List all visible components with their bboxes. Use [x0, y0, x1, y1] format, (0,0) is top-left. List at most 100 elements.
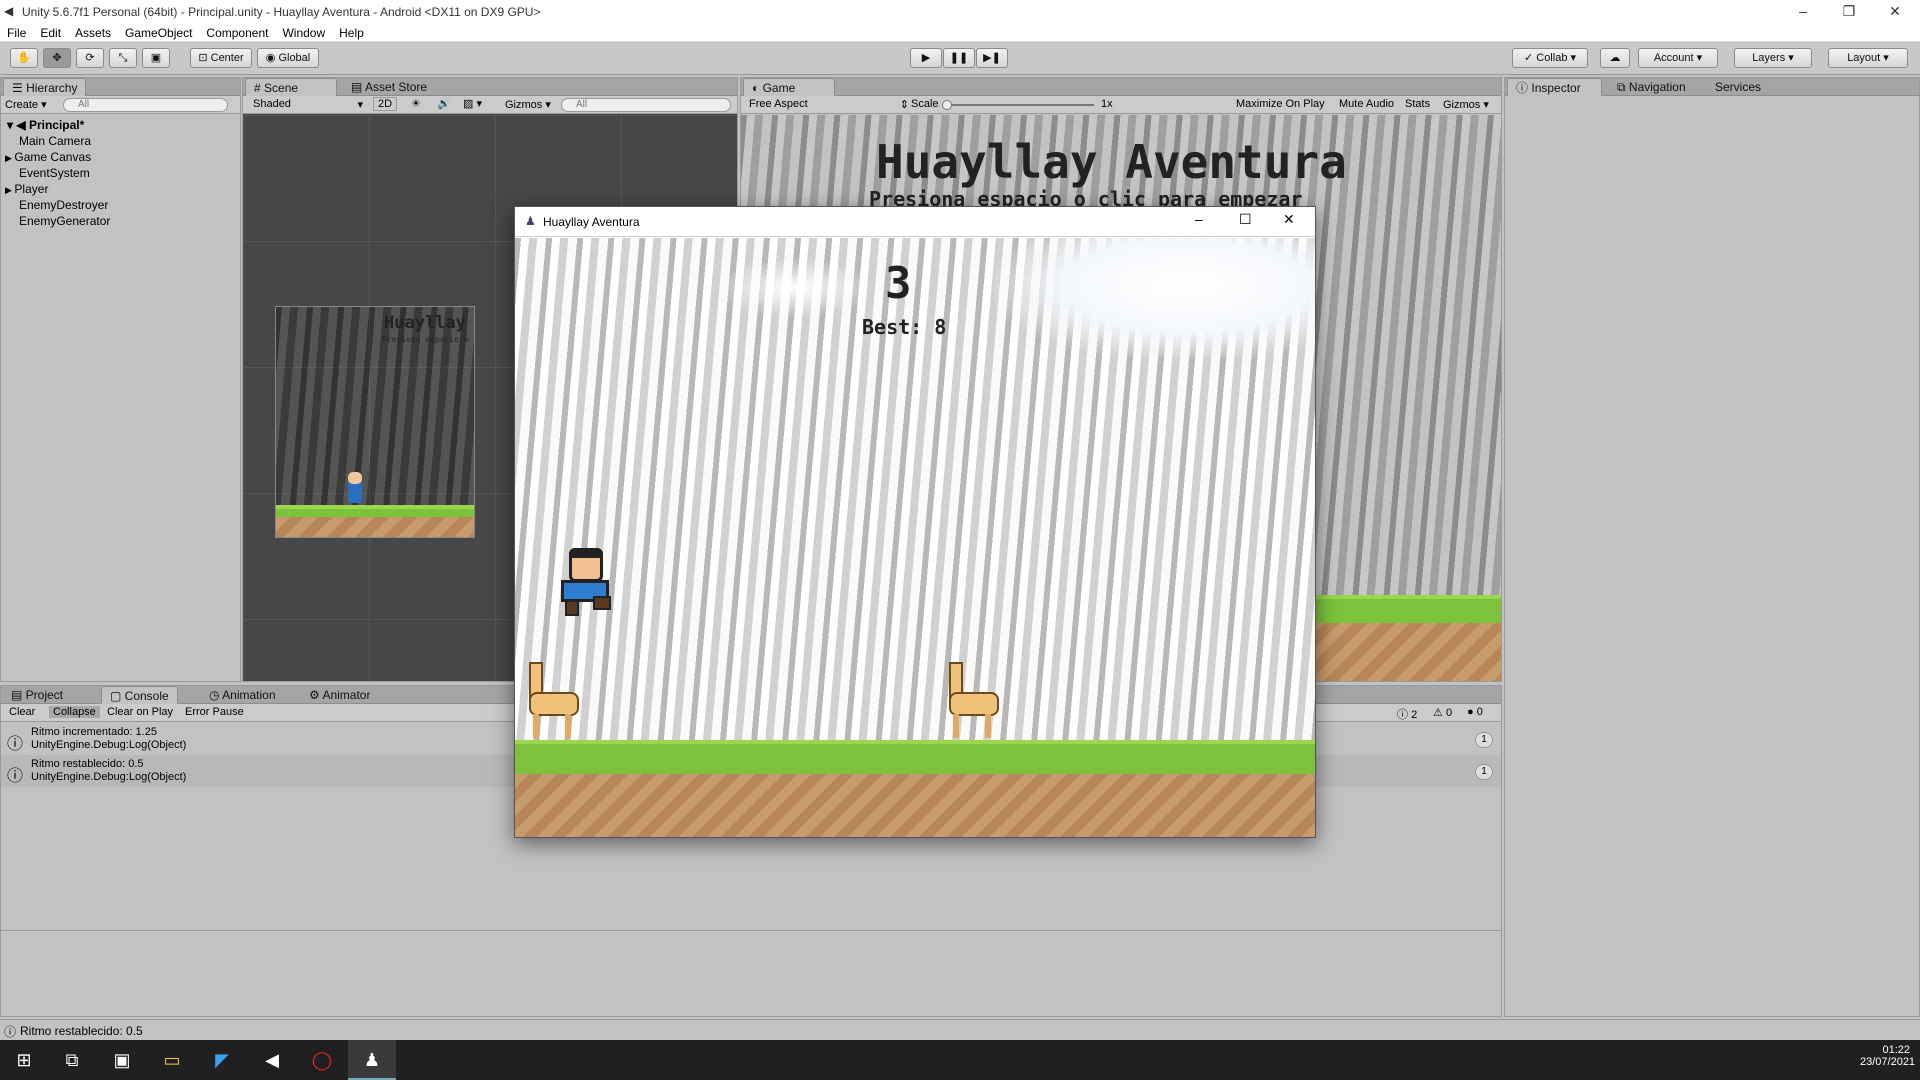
menu-item[interactable]: Help — [332, 24, 371, 42]
status-message[interactable]: Ritmo restablecido: 0.5 — [20, 1024, 143, 1038]
create-dropdown[interactable]: Create ▾ — [5, 98, 47, 111]
restore-icon[interactable]: ❐ — [1826, 0, 1872, 24]
collapsed-arrow-icon[interactable]: ▶ — [5, 185, 14, 195]
tab-console[interactable]: ▢ Console — [101, 686, 178, 704]
hierarchy-search-input[interactable]: All — [63, 98, 228, 112]
play-button[interactable]: ▶ — [910, 48, 942, 68]
collapsed-arrow-icon[interactable]: ▶ — [5, 153, 14, 163]
hierarchy-tab-label: Hierarchy — [26, 81, 78, 95]
check-icon: ✓ — [1523, 52, 1534, 64]
scale-tool-icon[interactable]: ⤡ — [109, 48, 137, 68]
file-explorer-icon[interactable]: ▭ — [148, 1040, 196, 1080]
maximize-on-play-toggle[interactable]: Maximize On Play — [1236, 98, 1325, 110]
layout-dropdown[interactable]: Layout ▾ — [1828, 48, 1908, 68]
tab-animator[interactable]: ⚙ Animator — [301, 686, 378, 704]
tab-project[interactable]: ▤ Project — [3, 686, 71, 704]
hierarchy-item[interactable]: EnemyGenerator — [19, 213, 110, 229]
rotate-tool-icon[interactable]: ⟳ — [76, 48, 104, 68]
menu-item[interactable]: Assets — [68, 24, 118, 42]
clock[interactable]: 01:22 23/07/2021 — [1860, 1044, 1915, 1068]
hand-tool-icon[interactable]: ✋ — [10, 48, 38, 68]
game-taskbar-icon[interactable]: ♟ — [348, 1040, 396, 1080]
unity-hub-icon[interactable]: ▣ — [98, 1040, 146, 1080]
collab-button[interactable]: ✓ Collab ▾ — [1512, 48, 1588, 68]
scene-gizmos-dropdown[interactable]: Gizmos ▾ — [505, 98, 551, 111]
aspect-dropdown[interactable]: Free Aspect ⇕ — [749, 98, 909, 111]
2d-toggle[interactable]: 2D — [373, 97, 398, 111]
console-button-error-pause[interactable]: Error Pause — [181, 706, 248, 718]
tab-scene[interactable]: # Scene — [245, 78, 337, 96]
vscode-icon[interactable]: ◤ — [198, 1040, 246, 1080]
lighting-icon[interactable]: ☀ — [411, 97, 421, 110]
hierarchy-item[interactable]: ▶ Game Canvas — [5, 149, 91, 165]
step-button[interactable]: ▶❚ — [976, 48, 1008, 68]
llama-body — [529, 692, 579, 716]
scene-search-input[interactable]: All — [561, 98, 731, 112]
scene-preview-subtitle: Presiona espacio o clic p — [382, 335, 474, 344]
shading-dropdown[interactable]: Shaded ▾ — [253, 98, 363, 111]
unity-icon[interactable]: ◀ — [248, 1040, 296, 1080]
task-view-icon[interactable]: ⧉ — [48, 1040, 96, 1080]
menu-item[interactable]: Component — [199, 24, 275, 42]
menu-item[interactable]: File — [0, 24, 33, 42]
stats-toggle[interactable]: Stats — [1405, 98, 1430, 110]
info-count[interactable]: ⓘ 2 — [1397, 706, 1417, 722]
scene-preview-dirt — [276, 517, 474, 537]
hierarchy-item[interactable]: ▶ Player — [5, 181, 48, 197]
pivot-center-button[interactable]: ⊡ Center — [190, 48, 252, 68]
effects-icon[interactable]: ▨ ▾ — [463, 97, 482, 110]
game-tab-label: Game — [762, 81, 796, 95]
tab-asset-store[interactable]: ▤ Asset Store — [343, 78, 435, 96]
info-count-label: 2 — [1411, 709, 1418, 721]
tab-inspector[interactable]: ⓘ Inspector — [1507, 78, 1602, 96]
list-icon: ☰ — [12, 81, 23, 95]
move-tool-icon[interactable]: ✥ — [43, 48, 71, 68]
audio-icon[interactable]: 🔊 — [437, 97, 451, 110]
menu-item[interactable]: Edit — [33, 24, 68, 42]
windows-start-icon[interactable]: ⊞ — [0, 1040, 48, 1080]
cloud-icon[interactable]: ☁ — [1600, 48, 1630, 68]
hierarchy-subbar: Create ▾ All — [1, 96, 240, 114]
scale-slider-thumb[interactable] — [942, 100, 952, 110]
menu-item[interactable]: GameObject — [118, 24, 199, 42]
console-button-collapse[interactable]: Collapse — [49, 706, 100, 718]
log-count-badge: 1 — [1475, 764, 1493, 780]
player-leg-right — [593, 596, 611, 610]
close-icon[interactable]: ✕ — [1872, 0, 1918, 24]
tab-game[interactable]: ◐ Game — [743, 78, 835, 96]
tab-services[interactable]: Services — [1707, 78, 1769, 96]
hierarchy-item[interactable]: EnemyDestroyer — [19, 197, 108, 213]
player-hair — [569, 548, 603, 558]
menu-item[interactable]: Window — [275, 24, 332, 42]
hierarchy-item[interactable]: Main Camera — [19, 133, 91, 149]
minimize-icon[interactable]: – — [1780, 0, 1826, 24]
player-minimize-icon[interactable]: – — [1195, 211, 1203, 227]
status-bar: ⓘ Ritmo restablecido: 0.5 — [0, 1019, 1920, 1040]
player-game-canvas[interactable]: 3 Best: 8 — [515, 238, 1315, 837]
error-count[interactable]: ● 0 — [1467, 706, 1483, 718]
console-button-clear[interactable]: Clear — [5, 706, 39, 718]
console-button-clear-on-play[interactable]: Clear on Play — [103, 706, 177, 718]
hierarchy-item[interactable]: EventSystem — [19, 165, 90, 181]
tab-hierarchy[interactable]: ☰ Hierarchy — [3, 78, 87, 96]
warning-count[interactable]: ⚠ 0 — [1433, 706, 1452, 719]
account-dropdown[interactable]: Account ▾ — [1638, 48, 1718, 68]
2d-label: 2D — [378, 98, 393, 110]
global-button[interactable]: ◉ Global — [257, 48, 319, 68]
tab-animation[interactable]: ◷ Animation — [201, 686, 284, 704]
tab-navigation[interactable]: ⧉ Navigation — [1609, 78, 1694, 96]
game-gizmos-dropdown[interactable]: Gizmos ▾ — [1443, 98, 1489, 111]
aspect-label: Free Aspect — [749, 98, 808, 110]
rect-tool-icon[interactable]: ▣ — [142, 48, 170, 68]
player-close-icon[interactable]: ✕ — [1283, 211, 1295, 228]
scale-label: Scale — [911, 98, 939, 110]
pause-button[interactable]: ❚❚ — [943, 48, 975, 68]
mute-audio-toggle[interactable]: Mute Audio — [1339, 98, 1394, 110]
scale-slider[interactable] — [942, 100, 1094, 110]
opera-icon[interactable]: ◯ — [298, 1040, 346, 1080]
game-view-title: Huayllay Aventura — [876, 135, 1347, 189]
scale-value: 1x — [1101, 98, 1113, 110]
layers-dropdown[interactable]: Layers ▾ — [1734, 48, 1812, 68]
player-maximize-icon[interactable]: ☐ — [1239, 211, 1252, 228]
scene-root-item[interactable]: ▾ ◀ Principal* — [7, 117, 84, 133]
